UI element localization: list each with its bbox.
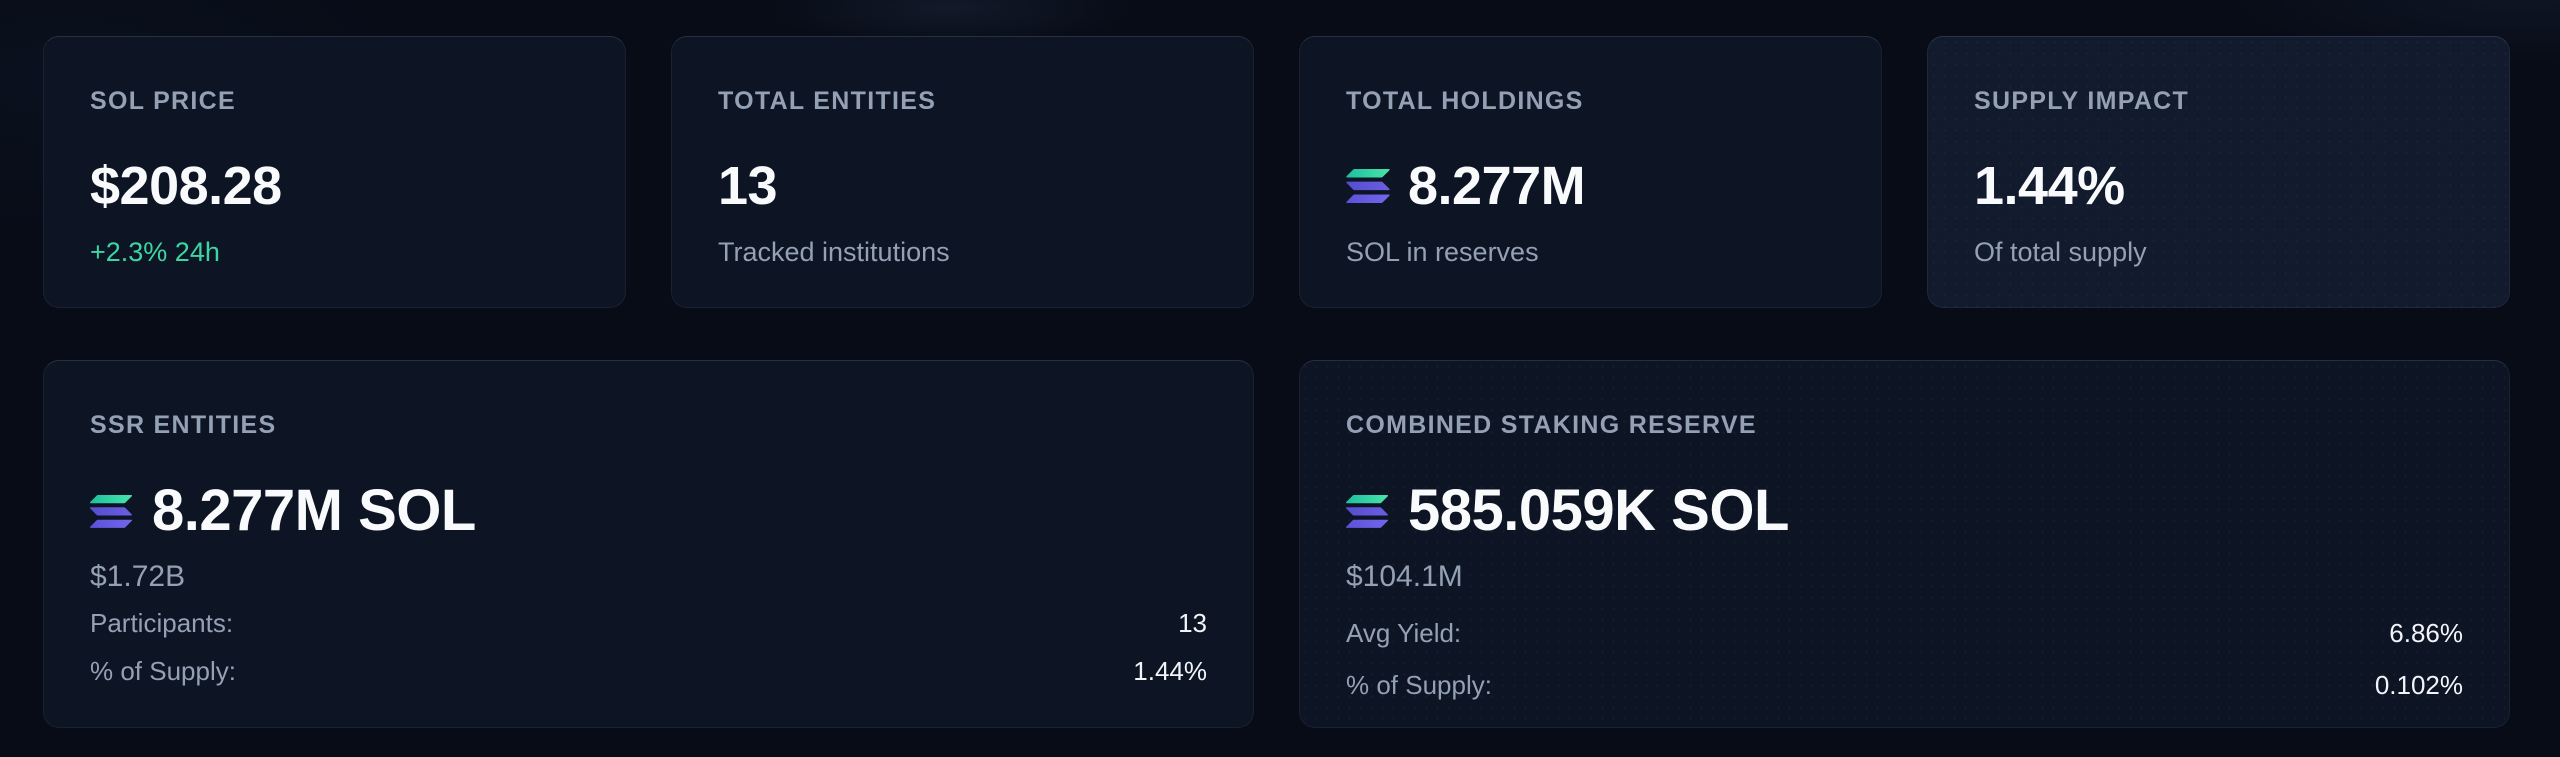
ssr-entities-sol-amount: 8.277M SOL — [152, 482, 476, 540]
detail-value: 8.277M SOL — [90, 482, 1207, 540]
stat-label: TOTAL ENTITIES — [718, 89, 1207, 114]
stat-value: 13 — [718, 159, 1207, 213]
stat-card-sol-price: SOL PRICE $208.28 +2.3% 24h — [43, 36, 626, 308]
row-label: % of Supply: — [90, 656, 236, 687]
supply-impact-value: 1.44% — [1974, 159, 2125, 213]
detail-value: 585.059K SOL — [1346, 482, 2463, 540]
stat-subtext: Of total supply — [1974, 239, 2463, 266]
row-value: 6.86% — [2389, 618, 2463, 649]
sol-price-value: $208.28 — [90, 159, 282, 213]
detail-row: % of Supply: 1.44% — [90, 656, 1207, 687]
staking-reserve-sol-amount: 585.059K SOL — [1408, 482, 1789, 540]
detail-label: SSR ENTITIES — [90, 413, 1207, 438]
ssr-entities-usd-value: $1.72B — [90, 562, 1207, 592]
stat-label: SOL PRICE — [90, 89, 579, 114]
stat-card-total-entities: TOTAL ENTITIES 13 Tracked institutions — [671, 36, 1254, 308]
stat-subtext: Tracked institutions — [718, 239, 1207, 266]
detail-row: Avg Yield: 6.86% — [1346, 618, 2463, 649]
stat-subtext: SOL in reserves — [1346, 239, 1835, 266]
row-label: Avg Yield: — [1346, 618, 1461, 649]
staking-reserve-usd-value: $104.1M — [1346, 562, 2463, 592]
row-value: 1.44% — [1133, 656, 1207, 687]
detail-card-ssr-entities: SSR ENTITIES 8.277M SOL $1.72B Participa… — [43, 360, 1254, 728]
detail-card-combined-staking-reserve: COMBINED STAKING RESERVE 585.059K SOL $1… — [1299, 360, 2510, 728]
row-value: 13 — [1178, 608, 1207, 639]
stat-label: SUPPLY IMPACT — [1974, 89, 2463, 114]
price-change-24h: +2.3% 24h — [90, 239, 579, 266]
stat-value: 1.44% — [1974, 159, 2463, 213]
stat-card-total-holdings: TOTAL HOLDINGS 8.277M SOL in reserves — [1299, 36, 1882, 308]
stat-value: $208.28 — [90, 159, 579, 213]
stat-card-supply-impact: SUPPLY IMPACT 1.44% Of total supply — [1927, 36, 2510, 308]
total-entities-value: 13 — [718, 159, 777, 213]
detail-row: % of Supply: 0.102% — [1346, 670, 2463, 701]
stat-label: TOTAL HOLDINGS — [1346, 89, 1835, 114]
solana-icon — [1346, 495, 1388, 528]
solana-icon — [1346, 169, 1390, 203]
solana-icon — [90, 495, 132, 528]
row-label: Participants: — [90, 608, 233, 639]
detail-rows: Avg Yield: 6.86% % of Supply: 0.102% — [1346, 618, 2463, 701]
detail-rows: Participants: 13 % of Supply: 1.44% — [90, 608, 1207, 687]
stats-dashboard: SOL PRICE $208.28 +2.3% 24h TOTAL ENTITI… — [0, 0, 2560, 757]
detail-row: Participants: 13 — [90, 608, 1207, 639]
total-holdings-value: 8.277M — [1408, 159, 1585, 213]
stat-value: 8.277M — [1346, 159, 1835, 213]
row-label: % of Supply: — [1346, 670, 1492, 701]
row-value: 0.102% — [2375, 670, 2463, 701]
detail-label: COMBINED STAKING RESERVE — [1346, 413, 2463, 438]
